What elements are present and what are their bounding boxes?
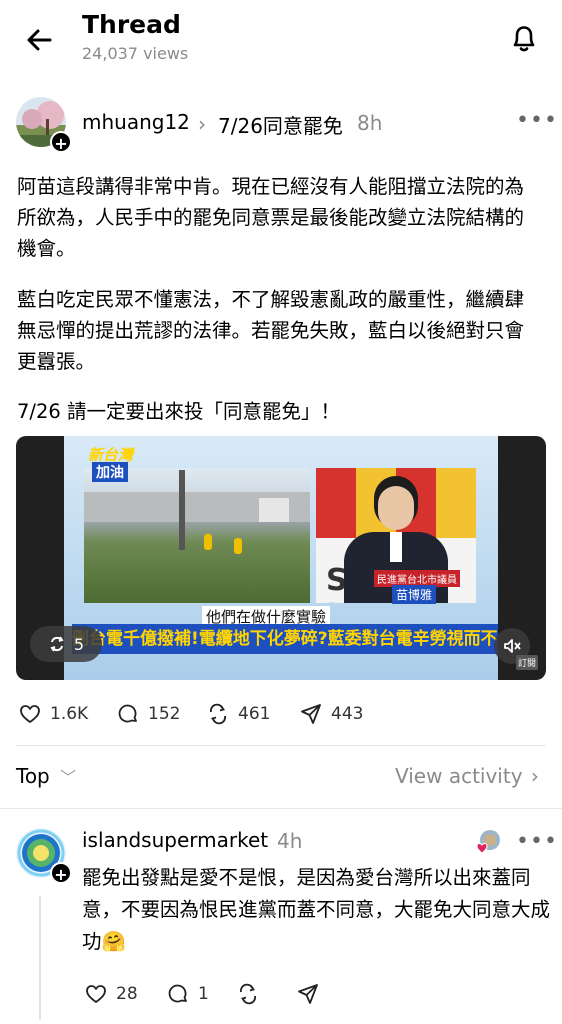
post-paragraph: 藍白吃定民眾不懂憲法，不了解毀憲亂政的嚴重性，繼續肆無忌憚的提出荒謬的法律。若罷… xyxy=(17,288,525,373)
share-count: 443 xyxy=(331,704,364,724)
comment-count: 152 xyxy=(148,704,181,724)
show-logo: 新台灣 加油 xyxy=(88,446,134,482)
sort-label: Top xyxy=(16,764,50,788)
page-title: Thread xyxy=(82,10,181,39)
divider xyxy=(16,745,546,746)
post-author[interactable]: mhuang12 xyxy=(82,110,190,134)
repost-count: 461 xyxy=(238,704,271,724)
author-avatar[interactable]: + xyxy=(16,97,72,153)
speaker-name: 苗博雅 xyxy=(392,585,437,604)
share-button[interactable]: 443 xyxy=(299,702,363,726)
video-field-scene xyxy=(84,468,310,603)
chevron-right-icon: › xyxy=(530,764,539,788)
reply-comment-button[interactable]: 1 xyxy=(166,982,209,1006)
like-button[interactable]: 1.6K xyxy=(18,702,88,726)
back-arrow-icon xyxy=(27,29,52,51)
repost-icon xyxy=(50,636,64,652)
reply-comment-count: 1 xyxy=(198,984,209,1004)
heart-icon xyxy=(476,842,488,854)
repost-count: 5 xyxy=(73,634,85,654)
back-button[interactable] xyxy=(22,22,58,58)
share-icon xyxy=(298,984,318,1004)
follow-plus-icon[interactable]: + xyxy=(50,862,72,884)
reply-author-avatar[interactable]: + xyxy=(16,828,72,884)
reply-text: 罷免出發點是愛不是恨，是因為愛台灣所以出來蓋同意，不要因為恨民進黨而蓋不同意，大… xyxy=(82,866,551,953)
channel-subscribe-badge: 訂閱 xyxy=(516,655,539,670)
video-ticker: 刪台電千億撥補!電纜地下化夢碎?藍委對台電辛勞視而不見? xyxy=(72,624,498,654)
heart-icon xyxy=(20,705,40,723)
view-activity-label: View activity xyxy=(395,764,523,788)
reply-like-button[interactable]: 28 xyxy=(84,982,138,1006)
share-icon xyxy=(301,704,321,724)
thread-connector-line xyxy=(39,896,41,1020)
like-count: 1.6K xyxy=(50,704,89,724)
divider xyxy=(0,808,562,809)
chevron-right-icon: › xyxy=(198,112,206,136)
notifications-button[interactable] xyxy=(506,20,542,56)
video-player[interactable]: SET NET 民進黨台北市議員 苗博雅 新台灣 加油 他們在做什麼實驗 刪台電… xyxy=(16,436,546,680)
post-paragraph: 7/26 請一定要出來投「同意罷免」！ xyxy=(17,400,340,423)
repost-icon xyxy=(240,983,256,1005)
post-topic[interactable]: 7/26同意罷免 xyxy=(218,110,343,139)
reply-like-count: 28 xyxy=(116,984,138,1004)
heart-icon xyxy=(86,985,106,1003)
follow-plus-icon[interactable]: + xyxy=(50,131,72,153)
comment-icon xyxy=(168,984,187,1003)
comment-button[interactable]: 152 xyxy=(116,702,180,726)
chevron-down-icon: ﹀ xyxy=(60,768,77,787)
reply-repost-button[interactable] xyxy=(236,982,260,1006)
post-paragraph: 阿苗這段講得非常中肯。現在已經沒有人能阻擋立法院的為所欲為，人民手中的罷免同意票… xyxy=(17,175,525,260)
comment-icon xyxy=(118,704,137,723)
reply-time: 4h xyxy=(277,829,303,853)
view-count: 24,037 views xyxy=(82,44,189,63)
view-activity-link[interactable]: View activity › xyxy=(395,764,539,788)
repost-count-pill[interactable]: 5 xyxy=(30,626,102,662)
repost-button[interactable]: 461 xyxy=(206,702,270,726)
more-icon[interactable]: ••• xyxy=(516,108,558,133)
reply-share-button[interactable] xyxy=(296,982,320,1006)
post-time: 8h xyxy=(357,111,383,135)
repost-icon xyxy=(210,703,226,725)
bell-icon xyxy=(513,26,535,52)
more-icon[interactable]: ••• xyxy=(516,829,558,854)
reply-author[interactable]: islandsupermarket xyxy=(82,828,268,852)
liked-by-author-avatar xyxy=(476,829,502,855)
sort-dropdown[interactable]: Top ﹀ xyxy=(16,764,76,788)
mute-icon xyxy=(504,639,521,653)
